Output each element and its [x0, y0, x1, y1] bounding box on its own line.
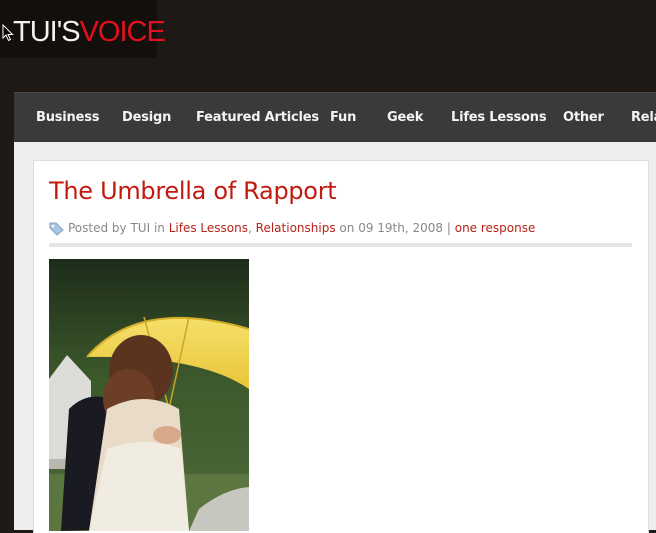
nav-item-featured-articles[interactable]: Featured Articles	[196, 93, 319, 142]
logo-text[interactable]: TUI'SVOICE	[13, 14, 166, 50]
meta-divider: |	[446, 221, 451, 235]
mouse-pointer-icon	[2, 24, 14, 42]
category-link-relationships[interactable]: Relationships	[256, 221, 336, 235]
post-date: 09 19th, 2008	[358, 221, 444, 235]
in-label: in	[153, 221, 165, 235]
post-meta: Posted by TUI in Lifes Lessons, Relation…	[49, 219, 535, 237]
category-separator: ,	[248, 221, 252, 235]
tag-icon	[49, 222, 64, 236]
meta-divider-rule	[49, 243, 632, 247]
nav-item-geek[interactable]: Geek	[387, 93, 423, 142]
post-image[interactable]	[49, 259, 249, 531]
site-header: TUI'SVOICE	[0, 0, 656, 92]
site-logo[interactable]: TUI'SVOICE	[0, 0, 166, 58]
nav-item-relationships[interactable]: Rela	[631, 93, 656, 142]
nav-item-other[interactable]: Other	[563, 93, 604, 142]
nav-item-business[interactable]: Business	[36, 93, 100, 142]
blog-post: The Umbrella of Rapport Posted by TUI in…	[33, 160, 649, 533]
comments-link[interactable]: one response	[455, 221, 536, 235]
logo-text-white: TUI'S	[13, 16, 81, 48]
author-name: TUI	[130, 221, 151, 235]
main-navigation: Business Design Featured Articles Fun Ge…	[14, 92, 656, 142]
logo-text-red: VOICE	[79, 16, 166, 48]
category-link-lifes-lessons[interactable]: Lifes Lessons	[169, 221, 248, 235]
nav-item-lifes-lessons[interactable]: Lifes Lessons	[451, 93, 547, 142]
posted-by-label: Posted by	[68, 221, 127, 235]
nav-item-fun[interactable]: Fun	[330, 93, 356, 142]
post-title[interactable]: The Umbrella of Rapport	[49, 177, 337, 205]
nav-item-design[interactable]: Design	[122, 93, 171, 142]
on-label: on	[339, 221, 355, 235]
